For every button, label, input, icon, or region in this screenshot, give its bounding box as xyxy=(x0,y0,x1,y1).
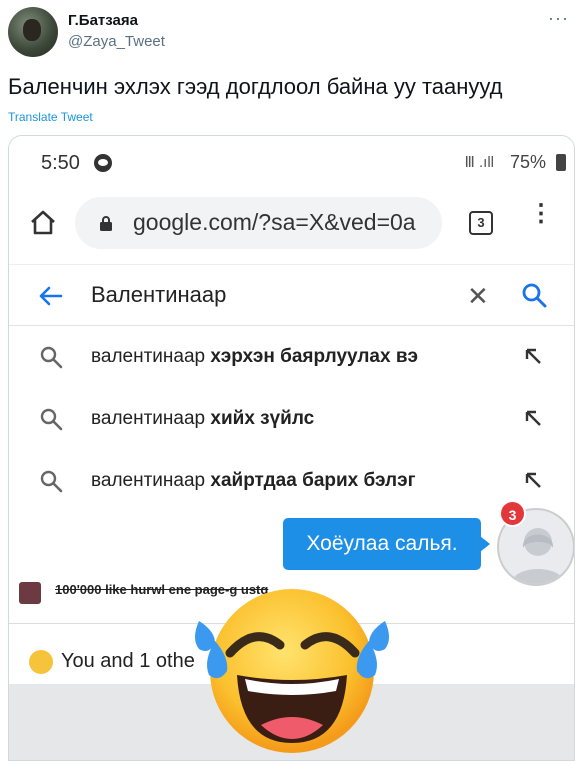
post-thumbnail xyxy=(19,582,41,604)
browser-toolbar: google.com/?sa=X&ved=0a 3 ⋮ xyxy=(9,188,574,260)
address-bar[interactable]: google.com/?sa=X&ved=0a xyxy=(75,197,442,249)
back-arrow-icon[interactable] xyxy=(37,285,63,307)
search-input[interactable]: Валентинаар xyxy=(91,282,226,308)
suggestion-text: валентинаар хэрхэн баярлуулах вэ xyxy=(91,346,418,368)
home-icon[interactable] xyxy=(29,208,57,236)
browser-menu-icon[interactable]: ⋮ xyxy=(529,202,553,226)
suggestion-text: валентинаар хийх зүйлс xyxy=(91,408,314,430)
laugh-reaction-icon xyxy=(29,650,53,674)
search-icon xyxy=(40,470,63,493)
chat-message-bubble[interactable]: Хоёулаа салья. xyxy=(283,518,490,570)
battery-percent: 75% xyxy=(509,152,546,172)
phone-status-bar: 5:50 Ⅲ .ıll 75% xyxy=(9,136,574,188)
signal-icon: Ⅲ .ıll xyxy=(464,154,494,171)
reaction-text: You and 1 othe xyxy=(61,650,195,672)
tears-of-joy-emoji-icon xyxy=(195,589,389,753)
fill-query-arrow-icon[interactable] xyxy=(523,408,543,428)
search-icon xyxy=(40,346,63,369)
battery-icon xyxy=(556,154,566,171)
lock-icon xyxy=(100,216,112,231)
display-name[interactable]: Г.Батзаяа xyxy=(68,12,138,29)
status-time: 5:50 xyxy=(41,152,80,174)
url-text[interactable]: google.com/?sa=X&ved=0a xyxy=(133,209,416,236)
suggestion-prefix: валентинаар xyxy=(91,346,211,367)
suggestion-prefix: валентинаар xyxy=(91,470,211,491)
search-icon xyxy=(40,408,63,431)
suggestion-completion: хийх зүйлс xyxy=(210,408,315,429)
user-handle[interactable]: @Zaya_Tweet xyxy=(68,33,165,50)
clear-icon[interactable]: ✕ xyxy=(467,281,489,312)
search-icon[interactable] xyxy=(521,282,547,308)
search-bar: Валентинаар ✕ xyxy=(9,264,574,326)
unread-count-badge: 3 xyxy=(499,500,526,527)
suggestion-item[interactable]: валентинаар хэрхэн баярлуулах вэ xyxy=(9,326,574,386)
suggestion-item[interactable]: валентинаар хийх зүйлс xyxy=(9,388,574,448)
suggestion-prefix: валентинаар xyxy=(91,408,211,429)
tab-switcher-button[interactable]: 3 xyxy=(469,211,493,235)
suggestion-completion: хэрхэн баярлуулах вэ xyxy=(210,346,418,367)
suggestion-item[interactable]: валентинаар хайртдаа барих бэлэг xyxy=(9,450,574,510)
more-options-icon[interactable]: ··· xyxy=(548,8,569,29)
fill-query-arrow-icon[interactable] xyxy=(523,470,543,490)
suggestion-completion: хайртдаа барих бэлэг xyxy=(210,470,416,491)
fill-query-arrow-icon[interactable] xyxy=(523,346,543,366)
avatar[interactable] xyxy=(8,7,58,57)
translate-tweet-link[interactable]: Translate Tweet xyxy=(8,110,93,124)
suggestion-text: валентинаар хайртдаа барих бэлэг xyxy=(91,470,416,492)
tweet-text: Баленчин эхлэх гээд догдлоол байна уу та… xyxy=(8,74,503,99)
whatsapp-notification-icon xyxy=(94,154,112,172)
